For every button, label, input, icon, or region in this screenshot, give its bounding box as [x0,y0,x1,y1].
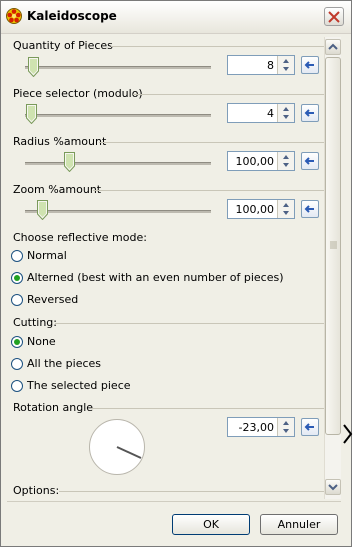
title-bar[interactable]: Kaleidoscope [1,1,351,34]
vertical-scrollbar[interactable] [324,37,341,499]
close-button[interactable] [324,7,344,26]
piece-selector-label: Piece selector (modulo) [13,87,143,100]
rotation-spinbox[interactable]: -23,00 [227,417,295,437]
chevron-down-icon [328,484,338,491]
rotation-value[interactable]: -23,00 [239,421,274,434]
radio-alterned[interactable] [11,272,23,284]
grip-icon [330,241,337,249]
zoom-label: Zoom %amount [13,183,102,196]
arrow-left-icon [304,157,314,165]
zoom-reset-button[interactable] [301,200,319,218]
footer-separator [7,501,341,502]
radius-reset-button[interactable] [301,152,319,170]
piece-selector-value[interactable]: 4 [267,107,274,120]
arrow-left-icon [304,423,314,431]
cutting-rule [55,323,325,324]
rotation-label: Rotation angle [13,401,94,414]
zoom-slider-track[interactable] [25,210,211,213]
quantity-slider-thumb[interactable] [28,57,39,77]
piece-selector-spin-arrows[interactable] [277,104,294,122]
piece-selector-spinbox[interactable]: 4 [227,103,295,123]
cancel-button[interactable]: Annuler [260,514,338,535]
radius-slider-track[interactable] [25,162,211,165]
close-icon [328,11,340,23]
zoom-value[interactable]: 100,00 [236,203,275,216]
spin-up-icon[interactable] [280,201,292,209]
radio-cut-all[interactable] [11,358,23,370]
zoom-slider-thumb[interactable] [37,200,48,220]
radio-cut-selected[interactable] [11,380,23,392]
radio-normal[interactable] [11,250,23,262]
radius-spin-arrows[interactable] [277,152,294,170]
reflective-mode-label: Choose reflective mode: [13,231,147,244]
quantity-label: Quantity of Pieces [13,39,113,52]
radio-cut-selected-label[interactable]: The selected piece [27,379,131,392]
rotation-dial-needle [116,446,142,459]
scroll-up-button[interactable] [325,39,341,55]
scrollbar-thumb[interactable] [325,57,341,435]
spin-down-icon[interactable] [280,65,292,73]
dialog-window: Kaleidoscope Quantity of Pieces 8 Piece … [0,0,353,547]
arrow-left-icon [304,205,314,213]
spin-down-icon[interactable] [280,113,292,121]
radio-normal-label[interactable]: Normal [27,249,67,262]
quantity-spin-arrows[interactable] [277,56,294,74]
piece-selector-slider-track[interactable] [25,114,211,117]
ok-button[interactable]: OK [172,514,250,535]
radio-reversed-label[interactable]: Reversed [27,293,78,306]
arrow-left-icon [304,109,314,117]
quantity-reset-button[interactable] [301,56,319,74]
scroll-down-button[interactable] [325,479,341,495]
rotation-spin-arrows[interactable] [277,418,294,436]
kaleidoscope-app-icon [6,8,22,24]
spin-up-icon[interactable] [280,153,292,161]
radius-value[interactable]: 100,00 [236,155,275,168]
rotation-rule [91,408,325,409]
settings-panel: Quantity of Pieces 8 Piece selector (mod… [7,37,341,499]
arrow-left-icon [304,61,314,69]
radio-cut-all-label[interactable]: All the pieces [27,357,101,370]
radius-slider-thumb[interactable] [64,152,75,172]
radio-cut-none-label[interactable]: None [27,335,56,348]
chevron-up-icon [328,43,338,50]
quantity-slider-track[interactable] [25,66,211,69]
piece-selector-slider-thumb[interactable] [26,104,37,124]
spin-down-icon[interactable] [280,209,292,217]
cutting-label: Cutting: [13,316,57,329]
spin-up-icon[interactable] [280,57,292,65]
piece-selector-rule [133,94,325,95]
piece-selector-reset-button[interactable] [301,104,319,122]
radio-cut-none[interactable] [11,336,23,348]
zoom-spinbox[interactable]: 100,00 [227,199,295,219]
rotation-dial[interactable] [89,419,145,475]
zoom-spin-arrows[interactable] [277,200,294,218]
radio-alterned-label[interactable]: Alterned (best with an even number of pi… [27,271,284,284]
rotation-reset-button[interactable] [301,418,319,436]
radius-spinbox[interactable]: 100,00 [227,151,295,171]
window-title: Kaleidoscope [27,9,117,23]
quantity-spinbox[interactable]: 8 [227,55,295,75]
quantity-rule [111,46,325,47]
radio-reversed[interactable] [11,294,23,306]
options-rule [59,491,325,492]
radius-rule [99,142,325,143]
zoom-rule [93,190,325,191]
mouse-cursor-icon [343,424,353,444]
spin-up-icon[interactable] [280,105,292,113]
spin-down-icon[interactable] [280,161,292,169]
options-label: Options: [13,484,60,497]
quantity-value[interactable]: 8 [267,59,274,72]
radius-label: Radius %amount [13,135,107,148]
spin-up-icon[interactable] [280,419,292,427]
spin-down-icon[interactable] [280,427,292,435]
